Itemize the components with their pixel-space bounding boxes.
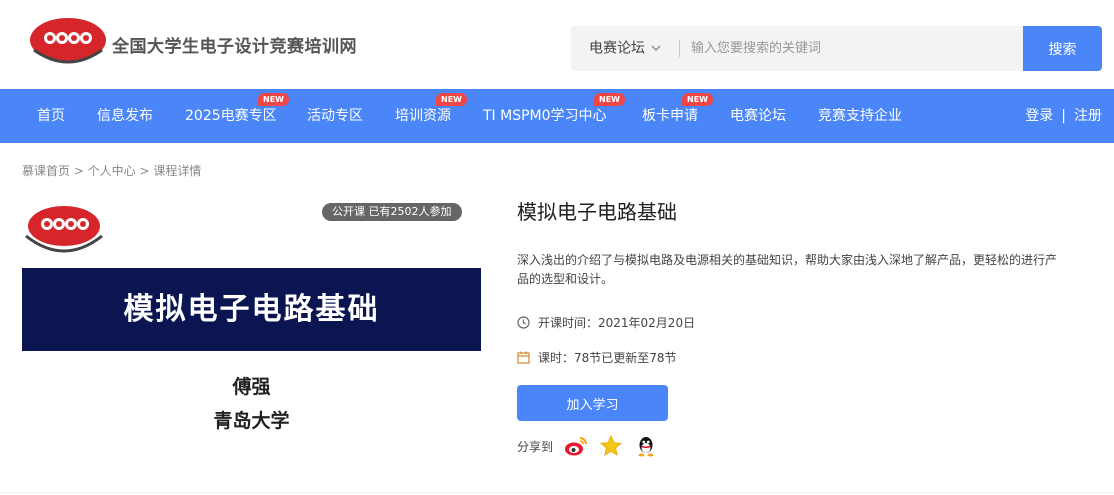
search-category-select[interactable]: 电赛论坛 bbox=[589, 26, 661, 71]
search-box: 电赛论坛 搜索 bbox=[571, 26, 1102, 71]
cover-logo-icon bbox=[22, 202, 106, 262]
search-button[interactable]: 搜索 bbox=[1023, 26, 1102, 71]
course-participants-badge: 公开课 已有2502人参加 bbox=[322, 203, 462, 221]
new-badge: NEW bbox=[258, 93, 289, 106]
nav-item-label: 首页 bbox=[37, 108, 65, 124]
page-divider bbox=[0, 492, 1114, 493]
clock-icon bbox=[517, 316, 530, 329]
course-lessons: 课时：78节已更新至78节 bbox=[517, 349, 677, 366]
course-description: 深入浅出的介绍了与模拟电路及电源相关的基础知识，帮助大家由浅入深地了解产品，更轻… bbox=[517, 253, 1058, 286]
search-input[interactable] bbox=[691, 26, 1021, 71]
cover-author: 傅强 bbox=[232, 376, 271, 398]
qq-icon[interactable] bbox=[634, 434, 658, 458]
nav-item-label: 电赛论坛 bbox=[730, 108, 786, 124]
start-time-text: 开课时间：2021年02月20日 bbox=[538, 316, 696, 330]
nav-item-label: 2025电赛专区 bbox=[185, 108, 277, 124]
breadcrumb[interactable]: 慕课首页 > 个人中心 > 课程详情 bbox=[22, 162, 201, 179]
nav-item-activities[interactable]: 活动专区 bbox=[307, 89, 363, 143]
join-course-button[interactable]: 加入学习 bbox=[517, 385, 668, 421]
search-category-label: 电赛论坛 bbox=[589, 40, 645, 57]
course-title: 模拟电子电路基础 bbox=[517, 200, 677, 224]
nav-item-label: 板卡申请 bbox=[642, 108, 698, 124]
main-nav: 首页 信息发布 2025电赛专区 NEW 活动专区 培训资源 NEW TI MS… bbox=[0, 89, 1114, 143]
nav-item-board-apply[interactable]: 板卡申请 NEW bbox=[642, 89, 713, 143]
site-header: 全国大学生电子设计竞赛培训网 电赛论坛 搜索 bbox=[0, 0, 1114, 89]
weibo-icon[interactable] bbox=[564, 434, 588, 458]
nav-item-label: 活动专区 bbox=[307, 108, 363, 124]
nav-item-forum[interactable]: 电赛论坛 bbox=[730, 89, 786, 143]
new-badge: NEW bbox=[436, 93, 467, 106]
cover-banner: 模拟电子电路基础 bbox=[22, 268, 481, 351]
login-link[interactable]: 登录 bbox=[1025, 108, 1053, 124]
nav-item-sponsors[interactable]: 竞赛支持企业 bbox=[818, 89, 902, 143]
nav-item-label: 培训资源 bbox=[395, 108, 451, 124]
cover-school: 青岛大学 bbox=[213, 410, 290, 432]
new-badge: NEW bbox=[682, 93, 713, 106]
new-badge: NEW bbox=[594, 93, 625, 106]
calendar-icon bbox=[517, 351, 530, 364]
site-logo-icon[interactable] bbox=[28, 16, 108, 72]
chevron-down-icon bbox=[651, 26, 661, 71]
nav-item-ti-mspm0[interactable]: TI MSPM0学习中心 NEW bbox=[483, 89, 625, 143]
auth-links: 登录 | 注册 bbox=[1025, 89, 1102, 143]
nav-item-home[interactable]: 首页 bbox=[37, 89, 65, 143]
nav-item-training[interactable]: 培训资源 NEW bbox=[395, 89, 467, 143]
register-link[interactable]: 注册 bbox=[1074, 108, 1102, 124]
course-start-time: 开课时间：2021年02月20日 bbox=[517, 314, 695, 331]
course-cover: 公开课 已有2502人参加 模拟电子电路基础 傅强 青岛大学 bbox=[22, 196, 481, 461]
nav-item-2025-contest[interactable]: 2025电赛专区 NEW bbox=[185, 89, 289, 143]
nav-item-label: 信息发布 bbox=[97, 108, 153, 124]
star-icon[interactable] bbox=[599, 434, 623, 458]
share-bar: 分享到 bbox=[517, 432, 658, 460]
nav-item-info[interactable]: 信息发布 bbox=[97, 89, 153, 143]
cover-banner-title: 模拟电子电路基础 bbox=[123, 292, 380, 327]
site-logo-text[interactable]: 全国大学生电子设计竞赛培训网 bbox=[112, 32, 357, 57]
nav-item-label: TI MSPM0学习中心 bbox=[483, 108, 607, 124]
lessons-text: 课时：78节已更新至78节 bbox=[538, 351, 677, 365]
share-label: 分享到 bbox=[517, 439, 554, 454]
search-divider bbox=[679, 40, 680, 57]
auth-separator: | bbox=[1061, 108, 1066, 124]
nav-item-label: 竞赛支持企业 bbox=[818, 108, 902, 124]
